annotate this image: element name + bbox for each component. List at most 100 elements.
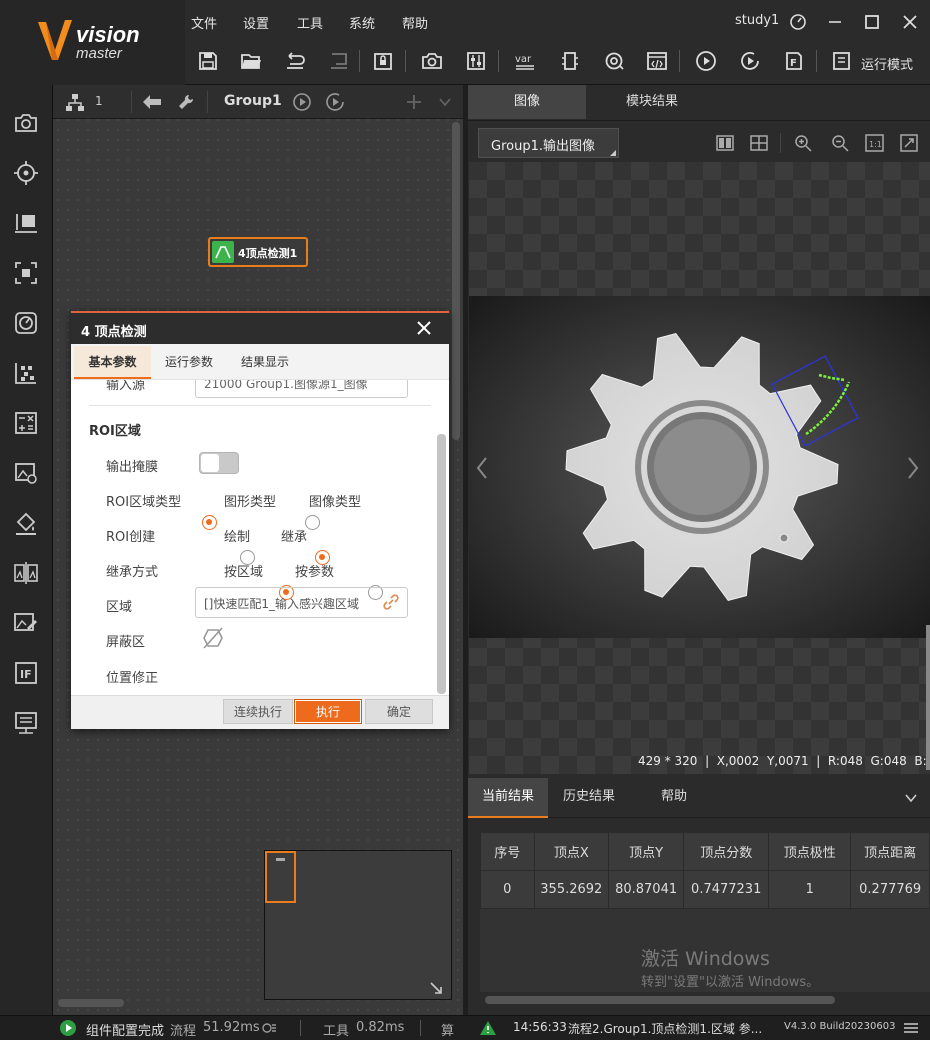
collapse-chevron-icon[interactable] xyxy=(904,792,918,804)
menu-help[interactable]: 帮助 xyxy=(402,13,428,32)
roi-type-label: ROI区域类型 xyxy=(106,495,182,510)
viewer-scrollbar[interactable] xyxy=(926,625,930,770)
process-number: 1 xyxy=(95,94,103,108)
camera-icon[interactable] xyxy=(418,47,446,75)
measure-icon[interactable] xyxy=(10,207,42,239)
split-view-icon[interactable] xyxy=(716,135,734,151)
stats-icon[interactable] xyxy=(261,1021,277,1035)
run-mode-label[interactable]: 运行模式 xyxy=(861,54,913,73)
table-horizontal-scrollbar[interactable] xyxy=(485,996,835,1004)
open-folder-icon[interactable] xyxy=(237,47,265,75)
canvas-horizontal-scrollbar[interactable] xyxy=(58,999,124,1007)
roi-type-shape-radio[interactable] xyxy=(202,515,217,530)
prev-image-icon[interactable] xyxy=(476,456,488,480)
canvas-vertical-scrollbar[interactable] xyxy=(452,122,460,440)
execute-button[interactable]: 执行 xyxy=(294,699,362,724)
image-capture-icon[interactable] xyxy=(10,107,42,139)
deep-learning-icon[interactable] xyxy=(10,607,42,639)
logo-subtext: master xyxy=(76,45,122,62)
mask-shape-icon[interactable] xyxy=(201,626,225,650)
region-input[interactable]: 快速匹配1_输入感兴趣区域[] xyxy=(195,587,408,618)
minimap-resize-icon[interactable] xyxy=(429,981,443,995)
run-once-icon[interactable] xyxy=(692,47,720,75)
gauge-icon[interactable] xyxy=(789,13,807,31)
communication-icon[interactable] xyxy=(600,47,628,75)
undo-flow-icon[interactable] xyxy=(281,47,309,75)
activation-watermark-subtitle: 转到"设置"以激活 Windows。 xyxy=(641,975,820,990)
image-viewer[interactable]: 429 * 320 | X,0002 Y,0071 | R:048 G:048 … xyxy=(469,162,930,774)
grid-view-icon[interactable] xyxy=(750,135,768,151)
variable-icon[interactable]: var xyxy=(511,47,539,75)
calibration-icon[interactable] xyxy=(10,307,42,339)
device-icon[interactable] xyxy=(556,47,584,75)
roi-type-image-radio[interactable] xyxy=(305,515,321,530)
lock-icon[interactable] xyxy=(369,47,397,75)
pixel-info-readout: 429 * 320 | X,0002 Y,0071 | R:048 G:048 … xyxy=(638,754,930,768)
logic-if-icon[interactable]: IF xyxy=(10,657,42,689)
chevron-down-icon[interactable] xyxy=(438,95,452,109)
tab-result-display[interactable]: 结果显示 xyxy=(229,346,301,379)
menu-settings[interactable]: 设置 xyxy=(243,13,269,32)
code-icon[interactable] xyxy=(643,47,671,75)
back-arrow-icon[interactable] xyxy=(141,93,163,111)
group-title: Group1 xyxy=(224,93,282,109)
input-source-select[interactable]: 21000 Group1.图像源1_图像 xyxy=(195,380,408,398)
tab-image[interactable]: 图像 xyxy=(468,85,586,119)
color-process-icon[interactable] xyxy=(10,507,42,539)
close-icon[interactable] xyxy=(902,14,918,30)
menu-file[interactable]: 文件 xyxy=(191,13,217,32)
dialog-close-icon[interactable] xyxy=(417,321,431,335)
communication-tool-icon[interactable] xyxy=(10,707,42,739)
tab-run-params[interactable]: 运行参数 xyxy=(153,346,225,379)
menu-tools[interactable]: 工具 xyxy=(297,13,323,32)
tab-history-result[interactable]: 历史结果 xyxy=(550,778,628,818)
run-mode-icon[interactable] xyxy=(828,47,856,75)
dialog-header[interactable]: 4 顶点检测 xyxy=(71,311,449,344)
group-loop-icon[interactable] xyxy=(325,92,345,112)
svg-text:F: F xyxy=(790,58,797,69)
script-icon[interactable]: F xyxy=(780,47,808,75)
canvas-minimap[interactable] xyxy=(264,850,452,1000)
save-icon[interactable] xyxy=(194,47,222,75)
run-loop-icon[interactable] xyxy=(736,47,764,75)
actual-size-icon[interactable]: 1:1 xyxy=(865,134,884,152)
menu-system[interactable]: 系统 xyxy=(349,13,375,32)
tab-help[interactable]: 帮助 xyxy=(640,778,708,818)
tab-current-result[interactable]: 当前结果 xyxy=(468,778,548,818)
sliders-icon[interactable] xyxy=(462,47,490,75)
confirm-button[interactable]: 确定 xyxy=(365,699,433,724)
log-menu-icon[interactable] xyxy=(903,1021,919,1035)
cell-vertex-distance: 0.277769 xyxy=(850,870,930,909)
status-bar: 组件配置完成 流程 51.92ms 工具 0.82ms 算 14:56:33 流… xyxy=(0,1015,930,1040)
recognition-icon[interactable] xyxy=(10,257,42,289)
image-source-select[interactable]: Group1.输出图像 xyxy=(478,128,619,158)
tab-basic-params[interactable]: 基本参数 xyxy=(74,346,151,379)
output-mask-label: 输出掩膜 xyxy=(106,460,159,475)
group-run-icon[interactable] xyxy=(292,92,312,112)
table-row[interactable]: 0 355.2692 80.87041 0.7477231 1 0.277769 xyxy=(480,870,930,909)
calculator-icon[interactable] xyxy=(10,407,42,439)
warning-icon[interactable] xyxy=(479,1020,497,1036)
compare-icon[interactable] xyxy=(10,357,42,389)
next-image-icon[interactable] xyxy=(907,456,919,480)
maximize-icon[interactable] xyxy=(864,14,880,30)
gear-image xyxy=(469,296,930,638)
zoom-out-icon[interactable] xyxy=(831,134,849,152)
process-tree-icon[interactable] xyxy=(65,93,85,113)
defect-detect-icon[interactable] xyxy=(10,557,42,589)
image-process-icon[interactable] xyxy=(10,457,42,489)
locate-icon[interactable] xyxy=(10,157,42,189)
zoom-in-icon[interactable] xyxy=(794,134,812,152)
redo-flow-icon[interactable] xyxy=(325,47,353,75)
fit-window-icon[interactable] xyxy=(900,134,918,152)
output-mask-toggle[interactable] xyxy=(199,452,239,474)
link-icon[interactable] xyxy=(383,594,399,610)
continuous-run-button[interactable]: 连续执行 xyxy=(223,699,293,724)
wrench-icon[interactable] xyxy=(177,93,195,111)
flow-node-vertex-detect[interactable]: 4顶点检测1 xyxy=(208,237,308,267)
logo-v-icon xyxy=(38,20,72,60)
dialog-scrollbar-thumb[interactable] xyxy=(437,434,446,694)
minimize-icon[interactable] xyxy=(827,14,843,30)
tab-module-result[interactable]: 模块结果 xyxy=(588,85,716,119)
add-icon[interactable] xyxy=(405,93,423,111)
